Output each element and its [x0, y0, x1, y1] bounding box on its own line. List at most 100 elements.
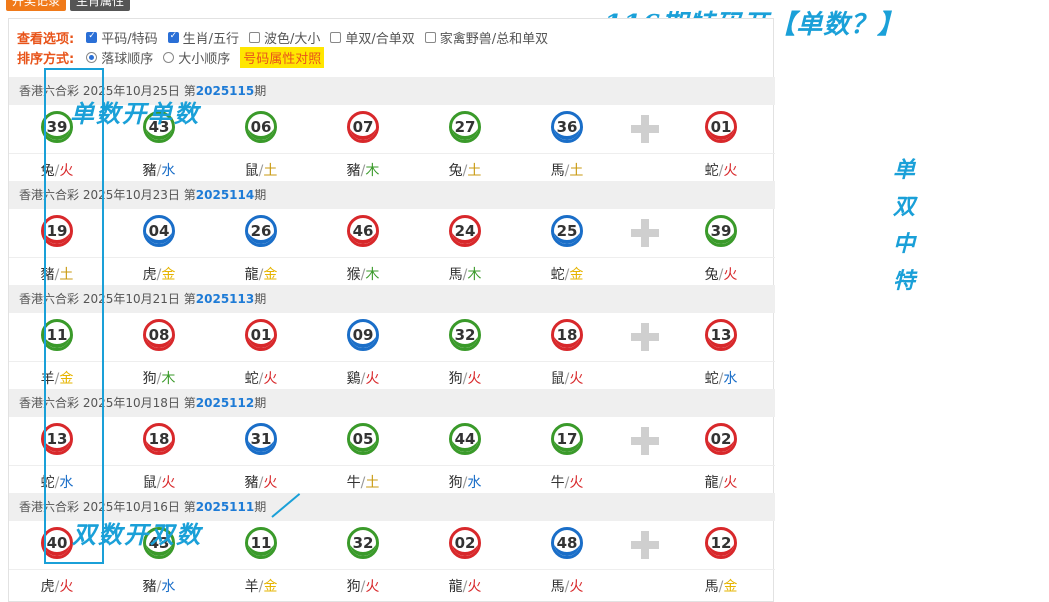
zodiac-element-label: 龍/金: [244, 267, 278, 283]
number-ball: 06: [245, 111, 277, 143]
zodiac-sign: 豬: [244, 475, 259, 491]
lottery-name: 香港六合彩: [19, 188, 80, 202]
attribute-table-link[interactable]: 号码属性对照: [240, 46, 325, 68]
draw-date: 2025年10月21日: [82, 292, 180, 306]
element: 火: [365, 371, 380, 387]
zodiac-sign: 馬: [550, 579, 565, 595]
zodiac-sign: 馬: [550, 163, 565, 179]
draw-date: 2025年10月16日: [82, 500, 180, 514]
zodiac-element-label: 兔/火: [40, 163, 74, 179]
zodiac-sign: 蛇: [704, 163, 719, 179]
plus-icon: [631, 323, 659, 351]
zodiac-sign: 馬: [448, 267, 463, 283]
number-ball: 09: [347, 319, 379, 351]
checkbox-icon[interactable]: [248, 31, 260, 43]
number-ball: 17: [551, 423, 583, 455]
zodiac-element-label: 蛇/火: [704, 163, 738, 179]
zodiac-row: 蛇/水 鼠/火 豬/火 牛/土 狗/水 牛/火 龍/火: [9, 466, 775, 494]
option-domestic-wild[interactable]: 家禽野兽/总和单双: [424, 28, 548, 47]
radio-icon[interactable]: [163, 51, 175, 63]
zodiac-element-label: 牛/土: [346, 475, 380, 491]
number-ball: 13: [41, 423, 73, 455]
zodiac-element-label: 鼠/火: [142, 475, 176, 491]
number-ball: 26: [245, 215, 277, 247]
tab-zodiac-attributes[interactable]: 生肖属性: [70, 0, 131, 11]
zodiac-sign: 龍: [448, 579, 463, 595]
zodiac-element-label: 猴/木: [346, 267, 380, 283]
option-odd-even[interactable]: 单双/合单双: [330, 28, 415, 47]
zodiac-element-label: 馬/木: [448, 267, 482, 283]
element: 金: [59, 371, 74, 387]
element: 水: [467, 475, 482, 491]
lottery-name: 香港六合彩: [19, 396, 80, 410]
option-normal-special[interactable]: 平码/特码: [86, 28, 158, 47]
number-ball: 40: [41, 527, 73, 559]
zodiac-sign: 鷄: [346, 371, 361, 387]
zodiac-sign: 虎: [142, 267, 157, 283]
annotation-bottom: 双数开双数: [72, 520, 202, 549]
special-number-ball: 12: [705, 527, 737, 559]
checkbox-icon[interactable]: [424, 31, 436, 43]
zodiac-sign: 兔: [448, 163, 463, 179]
draw-row: 香港六合彩 2025年10月25日 第2025115期 39 43 06 07 27 36 0…: [9, 77, 775, 181]
number-ball: 46: [347, 215, 379, 247]
element: 火: [723, 475, 738, 491]
sort-size-order[interactable]: 大小顺序: [163, 48, 230, 67]
ball-row: 13 18 31 05 44 17 02: [9, 417, 775, 466]
element: 火: [365, 579, 380, 595]
zodiac-sign: 羊: [40, 371, 55, 387]
zodiac-element-label: 兔/火: [704, 267, 738, 283]
sort-draw-order[interactable]: 落球顺序: [86, 48, 153, 67]
zodiac-row: 兔/火 豬/水 鼠/土 豬/木 兔/土 馬/土 蛇/火: [9, 154, 775, 182]
element: 火: [569, 371, 584, 387]
option-zodiac-element[interactable]: 生肖/五行: [167, 28, 239, 47]
zodiac-sign: 鼠: [550, 371, 565, 387]
zodiac-sign: 兔: [704, 267, 719, 283]
number-ball: 32: [449, 319, 481, 351]
annotation-side: 单 双 中 特: [892, 157, 915, 294]
zodiac-sign: 狗: [346, 579, 361, 595]
checkbox-icon[interactable]: [167, 31, 179, 43]
element: 土: [365, 475, 380, 491]
checkbox-icon[interactable]: [330, 31, 342, 43]
zodiac-row: 豬/土 虎/金 龍/金 猴/木 馬/木 蛇/金 兔/火: [9, 258, 775, 286]
radio-icon[interactable]: [86, 51, 98, 63]
view-options-row: 查看选项: 平码/特码 生肖/五行 波色/大小 单双/合单双 家禽野兽/总和单双: [17, 27, 548, 47]
zodiac-element-label: 馬/金: [704, 579, 738, 595]
element: 火: [723, 267, 738, 283]
tab-draw-records[interactable]: 开奖记录: [6, 0, 67, 11]
zodiac-sign: 鼠: [244, 163, 259, 179]
zodiac-sign: 牛: [346, 475, 361, 491]
zodiac-element-label: 豬/木: [346, 163, 380, 179]
zodiac-element-label: 豬/火: [244, 475, 278, 491]
draw-row: 香港六合彩 2025年10月18日 第2025112期 13 18 31 05 44 17 0…: [9, 389, 775, 493]
checkbox-icon[interactable]: [86, 31, 98, 43]
draw-date: 2025年10月23日: [82, 188, 180, 202]
zodiac-sign: 豬: [346, 163, 361, 179]
zodiac-sign: 龍: [704, 475, 719, 491]
number-ball: 48: [551, 527, 583, 559]
number-ball: 11: [41, 319, 73, 351]
element: 木: [467, 267, 482, 283]
zodiac-element-label: 虎/火: [40, 579, 74, 595]
zodiac-row: 虎/火 豬/水 羊/金 狗/火 龍/火 馬/火 馬/金: [9, 570, 775, 598]
zodiac-sign: 龍: [244, 267, 259, 283]
zodiac-sign: 蛇: [550, 267, 565, 283]
zodiac-element-label: 豬/水: [142, 163, 176, 179]
zodiac-element-label: 虎/金: [142, 267, 176, 283]
lottery-name: 香港六合彩: [19, 292, 80, 306]
number-ball: 39: [41, 111, 73, 143]
draw-header: 香港六合彩 2025年10月21日 第2025113期: [9, 285, 775, 313]
plus-icon: [631, 115, 659, 143]
issue-number: 2025112: [195, 396, 255, 410]
element: 金: [723, 579, 738, 595]
zodiac-sign: 豬: [142, 163, 157, 179]
option-color-size[interactable]: 波色/大小: [248, 28, 320, 47]
zodiac-element-label: 豬/水: [142, 579, 176, 595]
number-ball: 44: [449, 423, 481, 455]
zodiac-sign: 蛇: [40, 475, 55, 491]
zodiac-element-label: 蛇/火: [244, 371, 278, 387]
zodiac-element-label: 蛇/水: [704, 371, 738, 387]
number-ball: 32: [347, 527, 379, 559]
special-number-ball: 01: [705, 111, 737, 143]
